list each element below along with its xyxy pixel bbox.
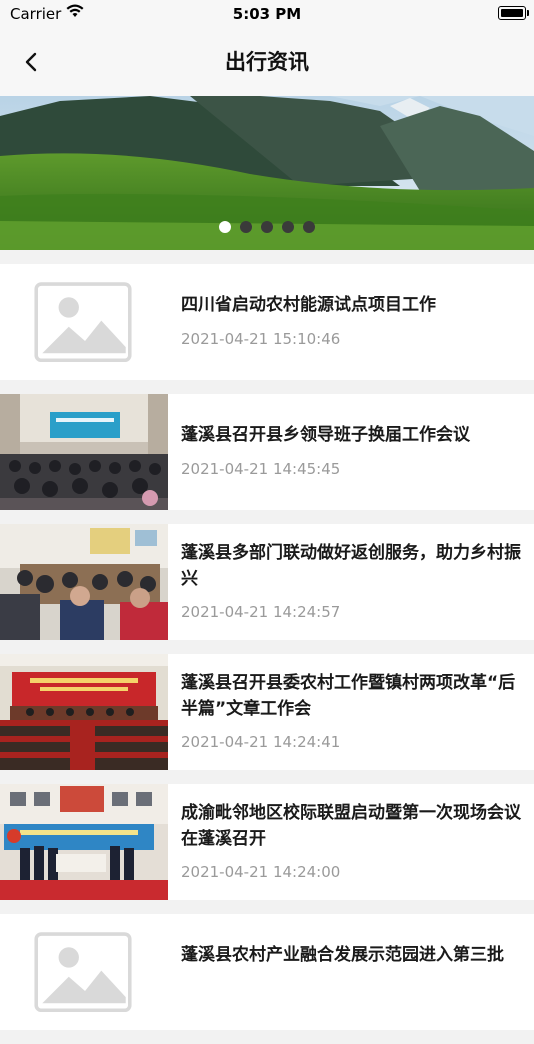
news-timestamp: 2021-04-21 15:10:46 [181,330,341,348]
news-title: 四川省启动农村能源试点项目工作 [181,295,436,315]
news-item[interactable]: 蓬溪县农村产业融合发展示范园进入第三批 [0,914,534,1030]
news-thumbnail [0,914,168,1030]
news-timestamp: 2021-04-21 14:24:41 [181,733,341,751]
news-item[interactable]: 四川省启动农村能源试点项目工作 2021-04-21 15:10:46 [0,264,534,380]
news-thumbnail [0,784,168,900]
news-thumbnail [0,264,168,380]
news-timestamp: 2021-04-21 14:45:45 [181,460,341,478]
news-timestamp: 2021-04-21 14:24:57 [181,603,341,621]
carousel-dot[interactable] [282,221,294,233]
news-thumbnail [0,524,168,640]
news-item[interactable]: 蓬溪县召开县乡领导班子换届工作会议 2021-04-21 14:45:45 [0,394,534,510]
carousel-dot[interactable] [219,221,231,233]
news-title: 蓬溪县召开县委农村工作暨镇村两项改革“后半篇”文章工作会 [181,673,516,719]
page-title: 出行资讯 [225,50,309,74]
news-title: 成渝毗邻地区校际联盟启动暨第一次现场会议在蓬溪召开 [181,803,521,849]
navigation-bar: 出行资讯 [0,28,534,96]
status-bar: Carrier 5:03 PM [0,0,534,28]
carousel-dot[interactable] [303,221,315,233]
image-placeholder-icon [34,932,132,1013]
news-item[interactable]: 成渝毗邻地区校际联盟启动暨第一次现场会议在蓬溪召开 2021-04-21 14:2… [0,784,534,900]
news-thumbnail [0,394,168,510]
carousel-indicator [0,221,534,233]
battery-icon [498,6,529,20]
news-thumbnail [0,654,168,770]
news-item[interactable]: 蓬溪县多部门联动做好返创服务，助力乡村振兴 2021-04-21 14:24:57 [0,524,534,640]
status-time: 5:03 PM [232,5,302,23]
news-list: 四川省启动农村能源试点项目工作 2021-04-21 15:10:46 蓬溪县召开县… [0,264,534,1044]
news-title: 蓬溪县农村产业融合发展示范园进入第三批 [181,945,504,965]
carousel-dot[interactable] [261,221,273,233]
news-title: 蓬溪县多部门联动做好返创服务，助力乡村振兴 [181,543,521,589]
carousel-dot[interactable] [240,221,252,233]
news-item[interactable]: 蓬溪县召开县委农村工作暨镇村两项改革“后半篇”文章工作会 2021-04-21 1… [0,654,534,770]
news-timestamp: 2021-04-21 14:24:00 [181,863,341,881]
image-placeholder-icon [34,282,132,363]
news-title: 蓬溪县召开县乡领导班子换届工作会议 [181,425,470,445]
